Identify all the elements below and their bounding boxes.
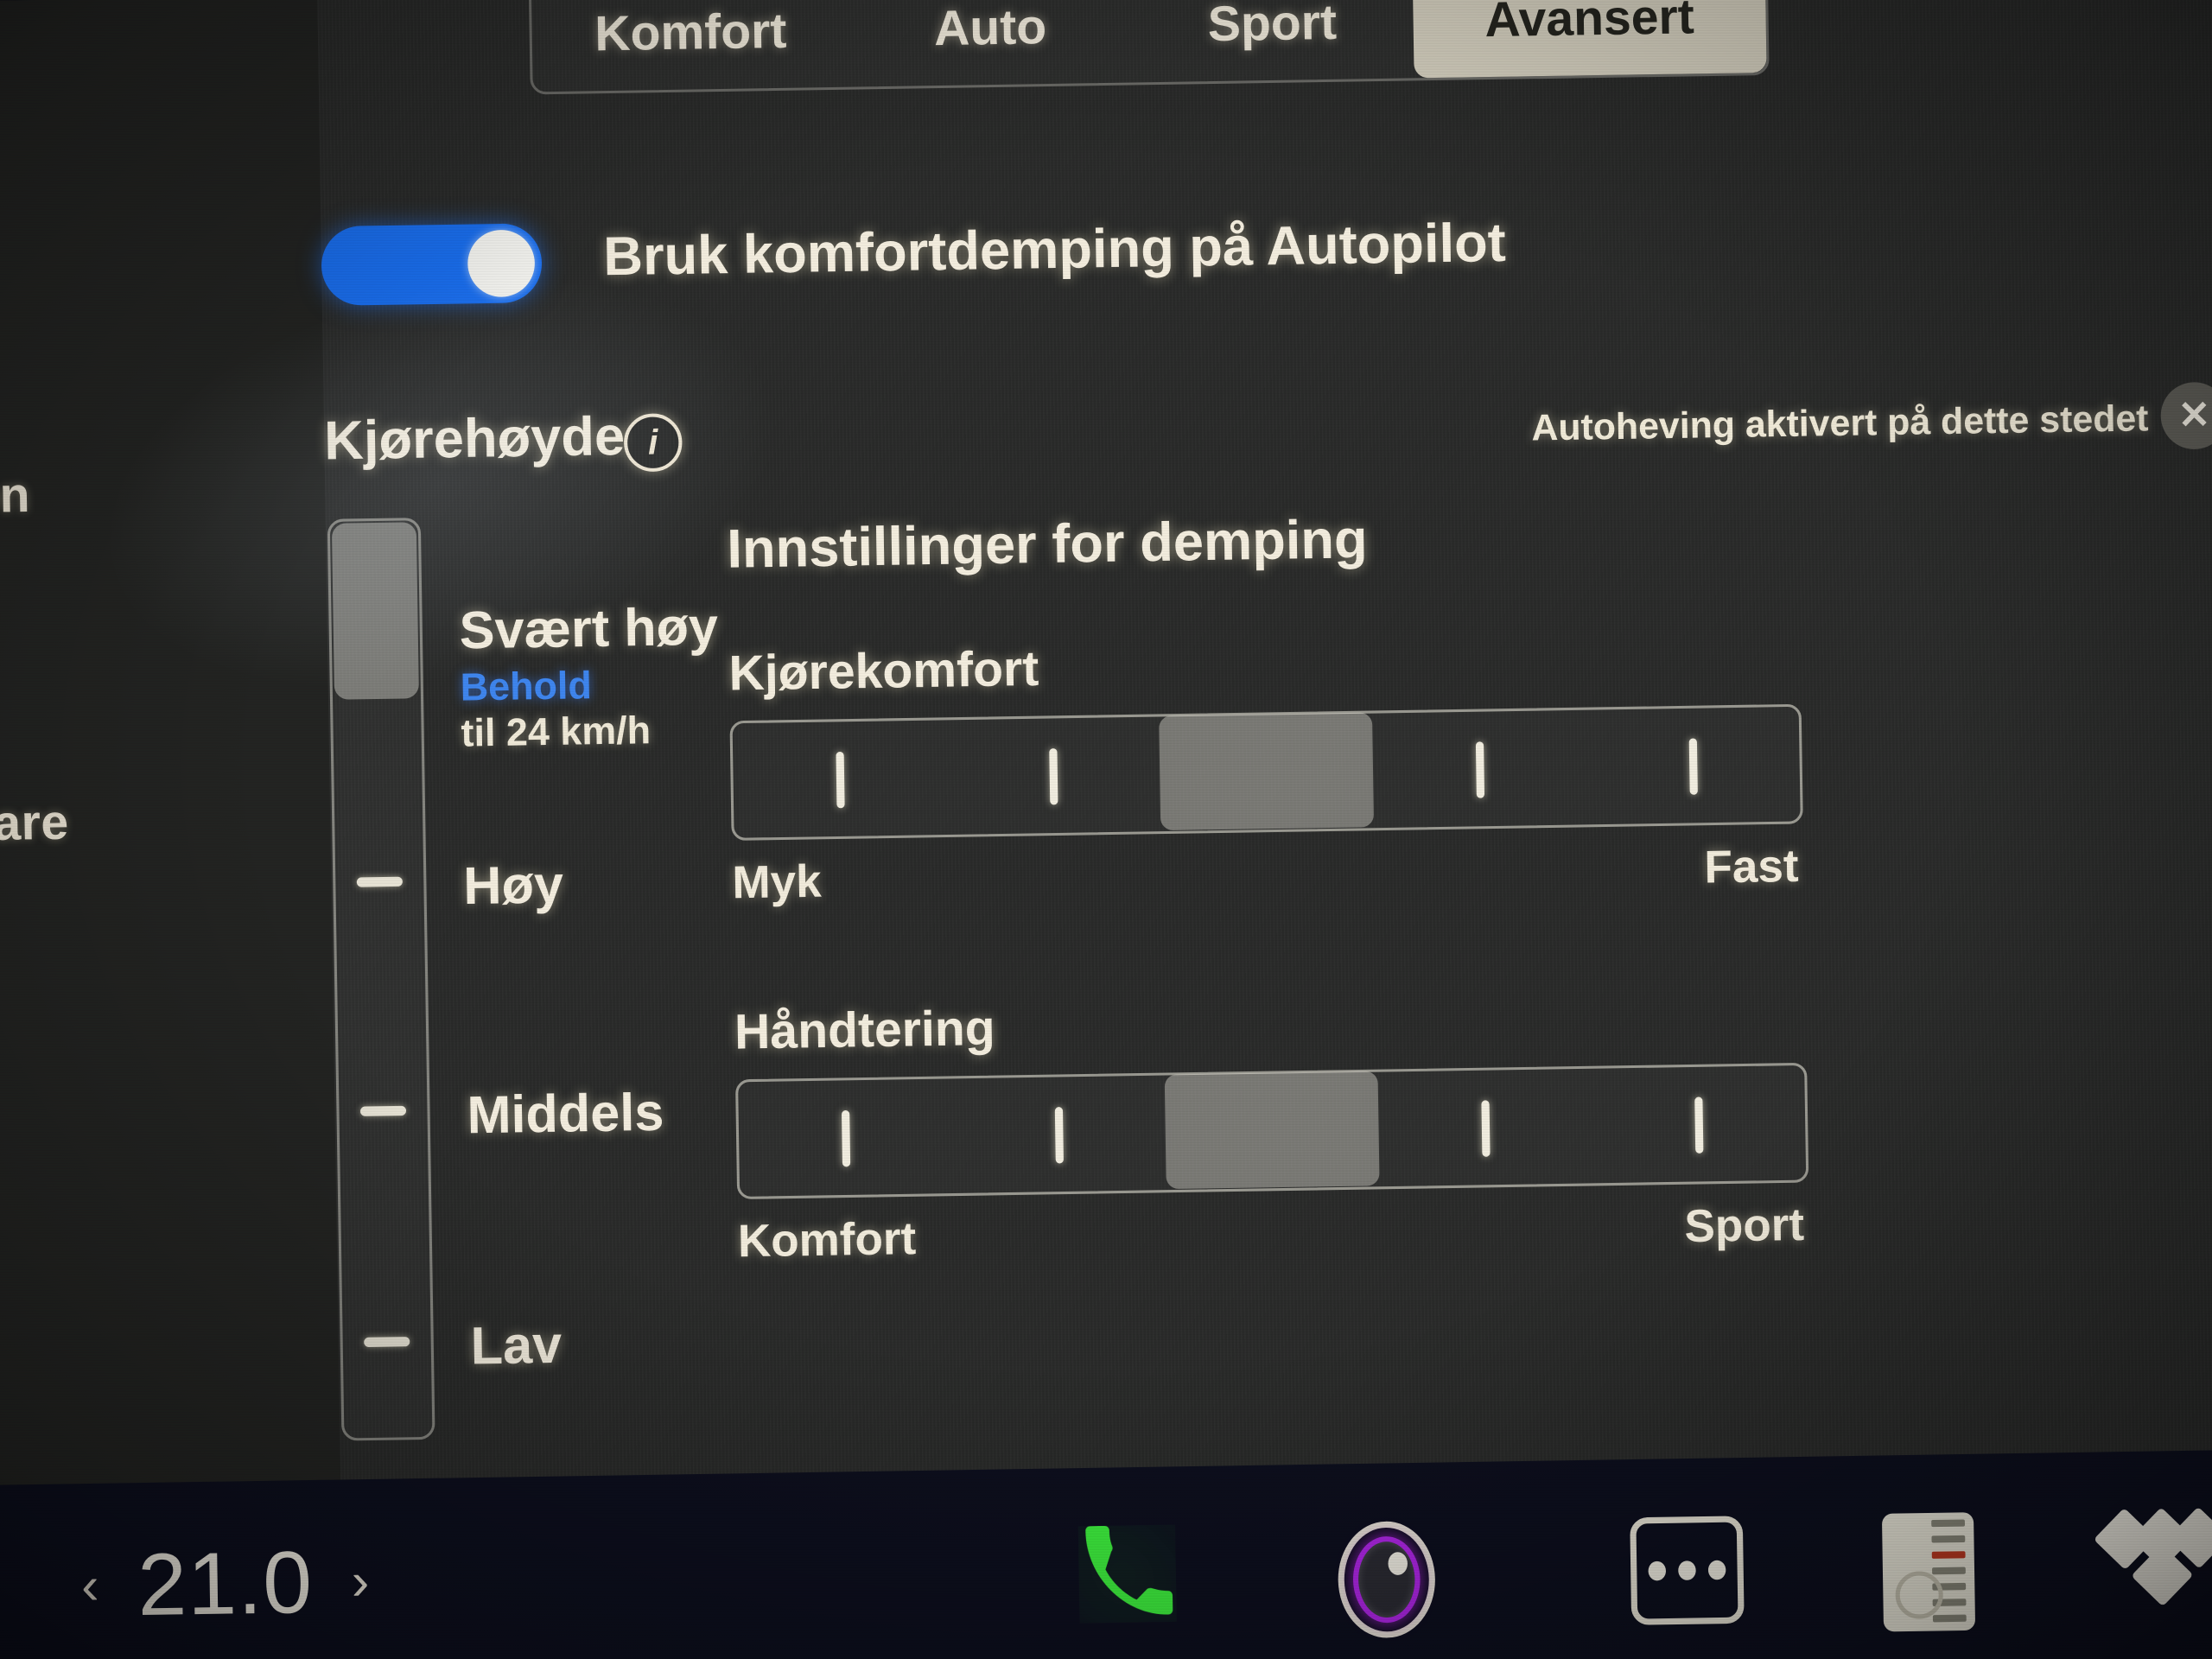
- ride-height-option-label: Svært høy: [459, 596, 719, 660]
- comfort-damping-label: Bruk komfortdemping på Autopilot: [602, 212, 1507, 288]
- ride-comfort-tick-4[interactable]: [1475, 741, 1485, 798]
- voice-highlight: [1388, 1552, 1408, 1575]
- dot: [1707, 1560, 1726, 1580]
- scale-mark: [1932, 1614, 1967, 1623]
- dot: [1648, 1560, 1667, 1581]
- ride-height-option-label: Lav: [470, 1314, 563, 1376]
- sidebar-item-label: ramvare: [0, 793, 70, 853]
- comfort-damping-autopilot-row[interactable]: Bruk komfortdemping på Autopilot: [321, 197, 2212, 315]
- car-touchscreen: m r gasjon erhet ice ramvare Komfort Aut…: [0, 0, 2212, 1659]
- settings-sidebar[interactable]: m r gasjon erhet ice ramvare: [0, 0, 341, 1500]
- ride-comfort-tick-2[interactable]: [1049, 748, 1058, 805]
- settings-panel: m r gasjon erhet ice ramvare Komfort Aut…: [0, 0, 2212, 1500]
- ride-comfort-slider[interactable]: [729, 703, 1803, 841]
- ride-height-option-label: Middels: [466, 1082, 664, 1145]
- scale-mark: [1932, 1567, 1966, 1575]
- sidebar-item-2[interactable]: gasjon: [0, 462, 221, 525]
- ride-height-title: Kjørehøyde: [323, 405, 626, 472]
- ride-height-tick-hoy: [356, 876, 403, 887]
- sidebar-item-5[interactable]: ramvare: [0, 791, 226, 854]
- handling-tick-2[interactable]: [1054, 1107, 1064, 1164]
- tab-sport[interactable]: Sport: [1129, 0, 1414, 82]
- ride-comfort-max-label: Fast: [1703, 840, 1799, 893]
- ride-height-option-hoy[interactable]: Høy: [463, 854, 564, 916]
- chevron-right-icon[interactable]: ›: [351, 1552, 369, 1611]
- ride-height-header: Kjørehøyde i Autoheving aktivert på dett…: [324, 380, 2212, 489]
- ride-height-option-lav[interactable]: Lav: [470, 1314, 563, 1376]
- ride-height-keep-speed: til 24 km/h: [461, 709, 652, 755]
- ride-comfort-tick-5[interactable]: [1688, 738, 1698, 795]
- handling-tick-4[interactable]: [1481, 1100, 1491, 1157]
- handling-tick-1[interactable]: [841, 1109, 851, 1167]
- tab-komfort[interactable]: Komfort: [531, 0, 850, 92]
- sidebar-item-4[interactable]: ice: [0, 683, 225, 746]
- handling-range-labels: Komfort Sport: [737, 1198, 1804, 1277]
- temperature-value: 21.0: [137, 1532, 314, 1635]
- ride-comfort-tick-1[interactable]: [836, 751, 845, 809]
- suspension-mode-tabs[interactable]: Komfort Auto Sport Avansert: [527, 0, 1770, 95]
- damping-settings: Innstillinger for demping Kjørekomfort M…: [727, 499, 1910, 1276]
- tidal-logo-icon[interactable]: [2093, 1506, 2212, 1607]
- comfort-damping-toggle[interactable]: [321, 223, 543, 307]
- chevron-left-icon[interactable]: ‹: [81, 1556, 99, 1616]
- ride-height-option-label: Høy: [462, 855, 564, 916]
- voice-ring: [1352, 1535, 1421, 1624]
- ride-height-keep-link[interactable]: Behold: [460, 662, 719, 710]
- scale-mark: [1931, 1519, 1966, 1528]
- climate-icon[interactable]: [1881, 1512, 1976, 1632]
- sidebar-item-3[interactable]: erhet: [0, 570, 223, 633]
- scale-mark: [1931, 1535, 1966, 1543]
- ride-height-thumb[interactable]: [331, 522, 419, 700]
- driver-temperature-control[interactable]: ‹ 21.0 ›: [80, 1529, 370, 1639]
- sidebar-item-1[interactable]: r: [0, 348, 219, 411]
- ride-height-option-svaert-hoy[interactable]: Svært høy Behold til 24 km/h: [459, 596, 720, 756]
- autoraise-notice: Autoheving aktivert på dette stedet: [1531, 397, 2149, 448]
- handling-min-label: Komfort: [737, 1213, 917, 1268]
- handling-slider[interactable]: [734, 1062, 1809, 1200]
- ui-root: m r gasjon erhet ice ramvare Komfort Aut…: [0, 0, 2212, 1659]
- ride-comfort-min-label: Myk: [731, 855, 823, 909]
- phone-icon[interactable]: [1078, 1525, 1177, 1624]
- handling-max-label: Sport: [1684, 1199, 1805, 1253]
- dot: [1678, 1560, 1696, 1580]
- bottom-app-bar: ‹ 21.0 ›: [0, 1449, 2212, 1659]
- info-icon[interactable]: i: [623, 413, 683, 473]
- scale-mark-active: [1931, 1551, 1966, 1559]
- tab-avansert[interactable]: Avansert: [1411, 0, 1767, 79]
- ride-height-tick-middels: [359, 1105, 407, 1116]
- settings-content: Komfort Auto Sport Avansert Bruk komfort…: [317, 0, 2212, 1494]
- close-icon[interactable]: ✕: [2160, 381, 2212, 450]
- sidebar-item-0[interactable]: m: [0, 233, 218, 296]
- voice-assistant-icon[interactable]: [1337, 1520, 1436, 1639]
- sidebar-item-label: gasjon: [0, 466, 31, 525]
- ride-height-option-middels[interactable]: Middels: [467, 1082, 664, 1146]
- tab-auto[interactable]: Auto: [848, 0, 1132, 87]
- handling-tick-5[interactable]: [1694, 1096, 1704, 1154]
- ride-height-slider[interactable]: [327, 518, 435, 1441]
- ride-height-tick-lav: [364, 1336, 410, 1348]
- toggle-knob: [467, 229, 536, 298]
- app-launcher-icon[interactable]: [1630, 1516, 1745, 1625]
